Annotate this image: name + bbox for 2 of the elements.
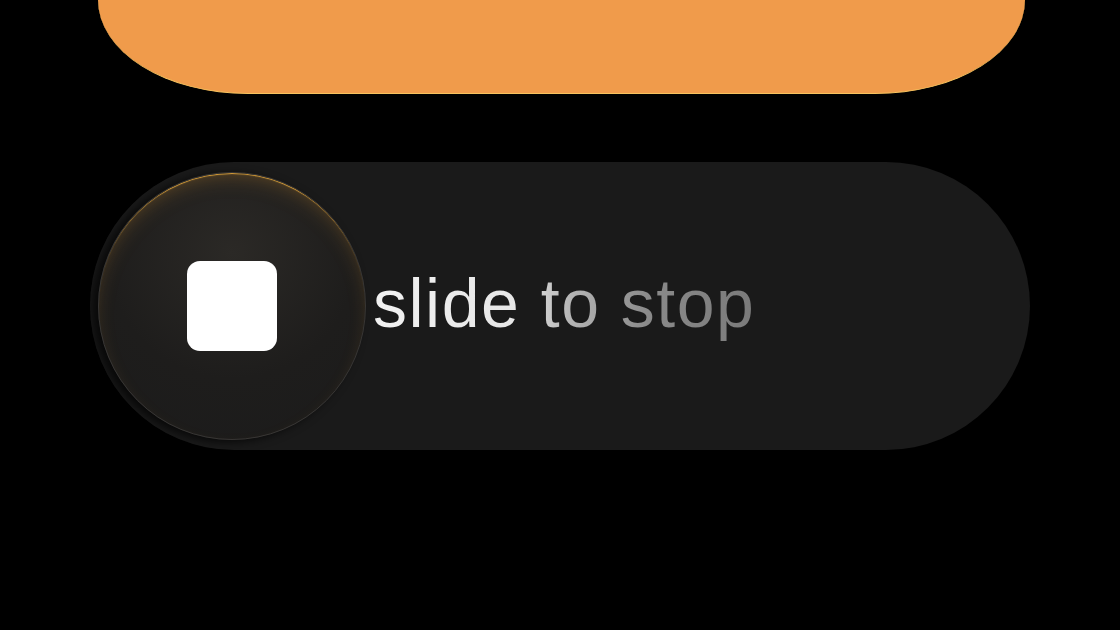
stop-icon <box>187 261 277 351</box>
slider-track[interactable]: slide to stop <box>90 162 1030 450</box>
